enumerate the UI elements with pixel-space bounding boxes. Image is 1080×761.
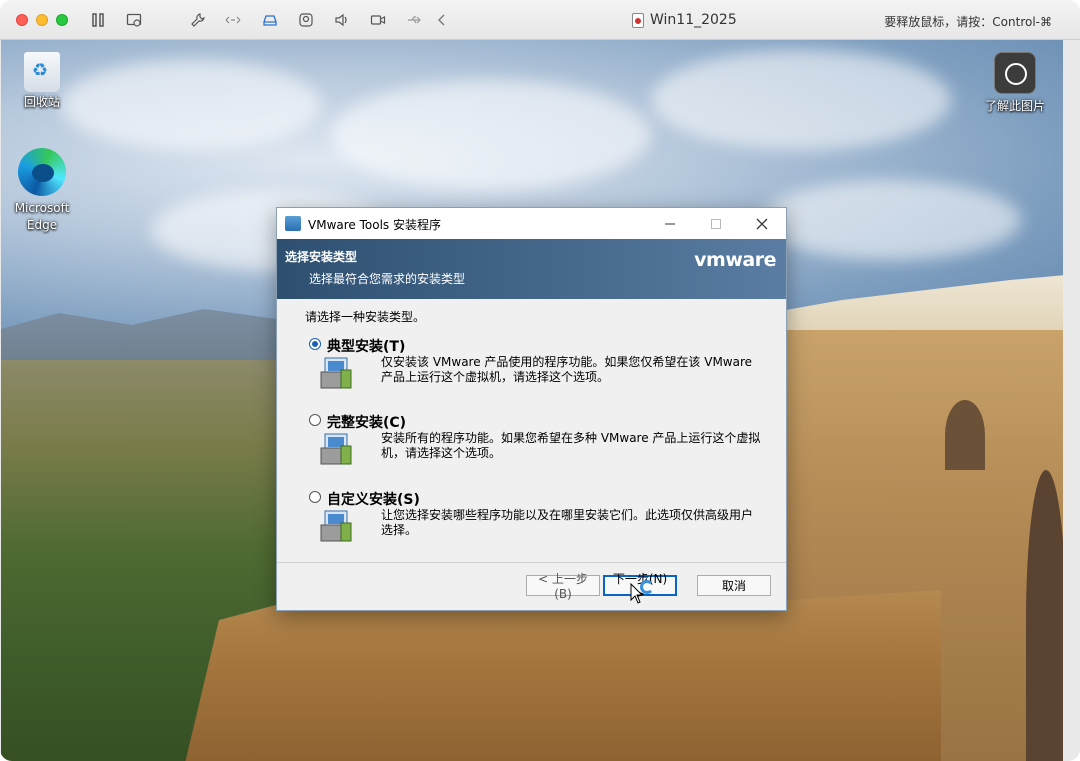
desktop-icon-label: Microsoft Edge (14, 201, 70, 232)
disk-icon[interactable] (262, 12, 278, 28)
camera-spotlight-icon (994, 52, 1036, 94)
usb-icon[interactable] (406, 12, 422, 28)
package-icon (320, 510, 352, 542)
minimize-icon (665, 223, 675, 224)
mouse-cursor-icon (630, 583, 644, 604)
window-title-text: Win11_2025 (650, 12, 737, 28)
maximize-icon (711, 218, 721, 229)
option-description: 安装所有的程序功能。如果您希望在多种 VMware 产品上运行这个虚拟机，请选择… (381, 431, 761, 460)
dialog-close-button[interactable] (739, 208, 785, 239)
package-icon (320, 357, 352, 389)
fullscreen-window-button[interactable] (56, 14, 68, 26)
desktop-icon-label: 了解此图片 (984, 99, 1045, 113)
cloud (61, 60, 321, 150)
release-mouse-hint: 要释放鼠标，请按：Control-⌘ (884, 15, 1052, 29)
mac-titlebar: Win11_2025 要释放鼠标，请按：Control-⌘ (0, 0, 1080, 40)
cloud (761, 180, 1021, 260)
option-label[interactable]: 典型安装(T) (327, 336, 405, 356)
desktop-icon-edge[interactable]: Microsoft Edge (11, 148, 73, 234)
install-type-prompt: 请选择一种安装类型。 (305, 310, 426, 324)
cloud (651, 50, 951, 150)
video-camera-icon[interactable] (370, 12, 386, 28)
cancel-button[interactable]: 取消 (697, 575, 771, 596)
vmware-logo: vmware (694, 249, 776, 271)
desktop-icon-recycle-bin[interactable]: ♻ 回收站 (11, 52, 73, 111)
installer-app-icon (285, 216, 301, 231)
window-title: Win11_2025 (632, 11, 737, 29)
option-description: 仅安装该 VMware 产品使用的程序功能。如果您仅希望在该 VMware 产品… (381, 355, 753, 384)
pause-icon[interactable] (90, 12, 106, 28)
vm-document-icon (632, 12, 644, 28)
package-icon (320, 433, 352, 465)
mac-window: Win11_2025 要释放鼠标，请按：Control-⌘ ♻ 回收站 Micr… (0, 0, 1080, 761)
dialog-minimize-button[interactable] (647, 208, 693, 239)
back-button[interactable]: < 上一步(B) (526, 572, 600, 601)
radio-complete[interactable] (309, 414, 321, 426)
minimize-window-button[interactable] (36, 14, 48, 26)
dialog-titlebar[interactable]: VMware Tools 安装程序 (277, 208, 786, 239)
network-arrows-icon[interactable] (225, 12, 241, 28)
option-description: 让您选择安装哪些程序功能以及在哪里安装它们。此选项仅供高级用户选择。 (381, 508, 754, 537)
edge-browser-icon (18, 148, 66, 196)
snapshot-icon[interactable] (126, 12, 142, 28)
vmware-tools-installer-dialog: VMware Tools 安装程序 选择安装类型 选择最符合您需求的安装类型 v… (276, 207, 787, 611)
cloud (331, 80, 651, 190)
option-label[interactable]: 完整安装(C) (327, 412, 406, 432)
close-icon (756, 218, 768, 229)
wrench-icon[interactable] (190, 12, 206, 28)
banner-title: 选择安装类型 (285, 250, 358, 264)
chevron-left-icon[interactable] (434, 12, 450, 28)
desktop-icon-learn-picture[interactable]: 了解此图片 (976, 52, 1054, 115)
dialog-maximize-button (693, 208, 739, 239)
radio-custom[interactable] (309, 491, 321, 503)
dialog-header-banner: 选择安装类型 选择最符合您需求的安装类型 vmware (277, 239, 786, 299)
button-separator (277, 562, 786, 563)
bridge-arch (945, 400, 985, 470)
camera-device-icon[interactable] (298, 12, 314, 28)
speaker-icon[interactable] (334, 12, 350, 28)
radio-typical[interactable] (309, 338, 321, 350)
close-window-button[interactable] (16, 14, 28, 26)
banner-subtitle: 选择最符合您需求的安装类型 (309, 272, 466, 286)
option-label[interactable]: 自定义安装(S) (327, 489, 420, 509)
recycle-bin-icon: ♻ (24, 52, 60, 92)
desktop-icon-label: 回收站 (23, 95, 60, 109)
bridge-arch (1026, 470, 1063, 761)
dialog-title: VMware Tools 安装程序 (308, 218, 441, 232)
